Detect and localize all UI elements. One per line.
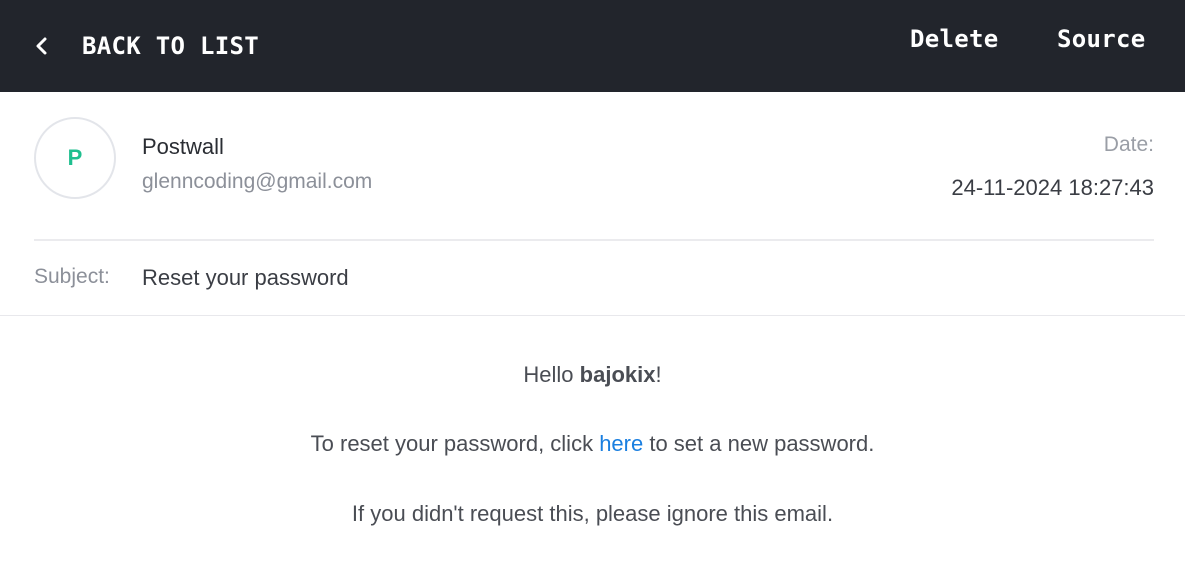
source-button[interactable]: Source [1057, 0, 1146, 92]
sender-email: glenncoding@gmail.com [142, 170, 373, 193]
reset-suffix: to set a new password. [643, 431, 875, 456]
delete-button[interactable]: Delete [910, 0, 999, 92]
ignore-notice-line: If you didn't request this, please ignor… [351, 501, 834, 526]
greeting-suffix: ! [655, 362, 662, 387]
chevron-left-icon [36, 37, 47, 55]
email-body: Hello bajokix! To reset your password, c… [0, 317, 1185, 565]
subject-label: Subject: [34, 265, 110, 288]
greeting-prefix: Hello [523, 362, 580, 387]
back-to-list-label: BACK TO LIST [82, 32, 259, 60]
top-toolbar: BACK TO LIST Delete Source [0, 0, 1185, 92]
back-to-list-button[interactable]: BACK TO LIST [34, 0, 259, 92]
avatar-initial: P [67, 145, 83, 170]
date-label: Date: [1103, 133, 1154, 156]
reset-instruction-line: To reset your password, click here to se… [0, 431, 1185, 457]
date-value: 24-11-2024 18:27:43 [951, 175, 1154, 200]
greeting-line: Hello bajokix! [0, 362, 1185, 388]
avatar: P [34, 117, 116, 199]
reset-password-link[interactable]: here [599, 431, 643, 456]
header-divider [34, 239, 1154, 241]
reset-prefix: To reset your password, click [310, 431, 600, 456]
sender-name: Postwall [142, 134, 224, 159]
greeting-username: bajokix [579, 362, 656, 387]
email-header: P Postwall glenncoding@gmail.com Date: 2… [0, 92, 1185, 316]
subject-value: Reset your password [142, 265, 349, 290]
